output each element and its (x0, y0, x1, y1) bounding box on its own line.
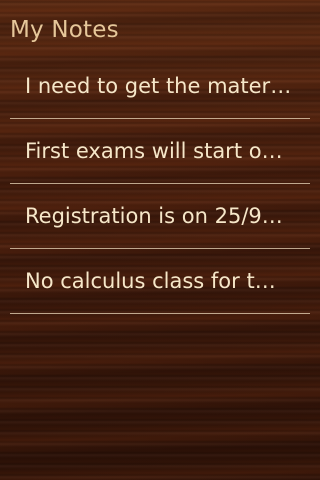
note-text: No calculus class for t… (25, 269, 276, 293)
notes-app: My Notes I need to get the mater… First … (0, 0, 320, 480)
note-item-3[interactable]: Registration is on 25/9… (10, 184, 310, 249)
note-text: First exams will start o… (25, 139, 283, 163)
notes-list: I need to get the mater… First exams wil… (10, 54, 310, 314)
app-title: My Notes (10, 17, 119, 43)
note-text: I need to get the mater… (25, 74, 292, 98)
note-text: Registration is on 25/9… (25, 204, 283, 228)
note-item-1[interactable]: I need to get the mater… (10, 54, 310, 119)
note-item-2[interactable]: First exams will start o… (10, 119, 310, 184)
note-item-4[interactable]: No calculus class for t… (10, 249, 310, 314)
